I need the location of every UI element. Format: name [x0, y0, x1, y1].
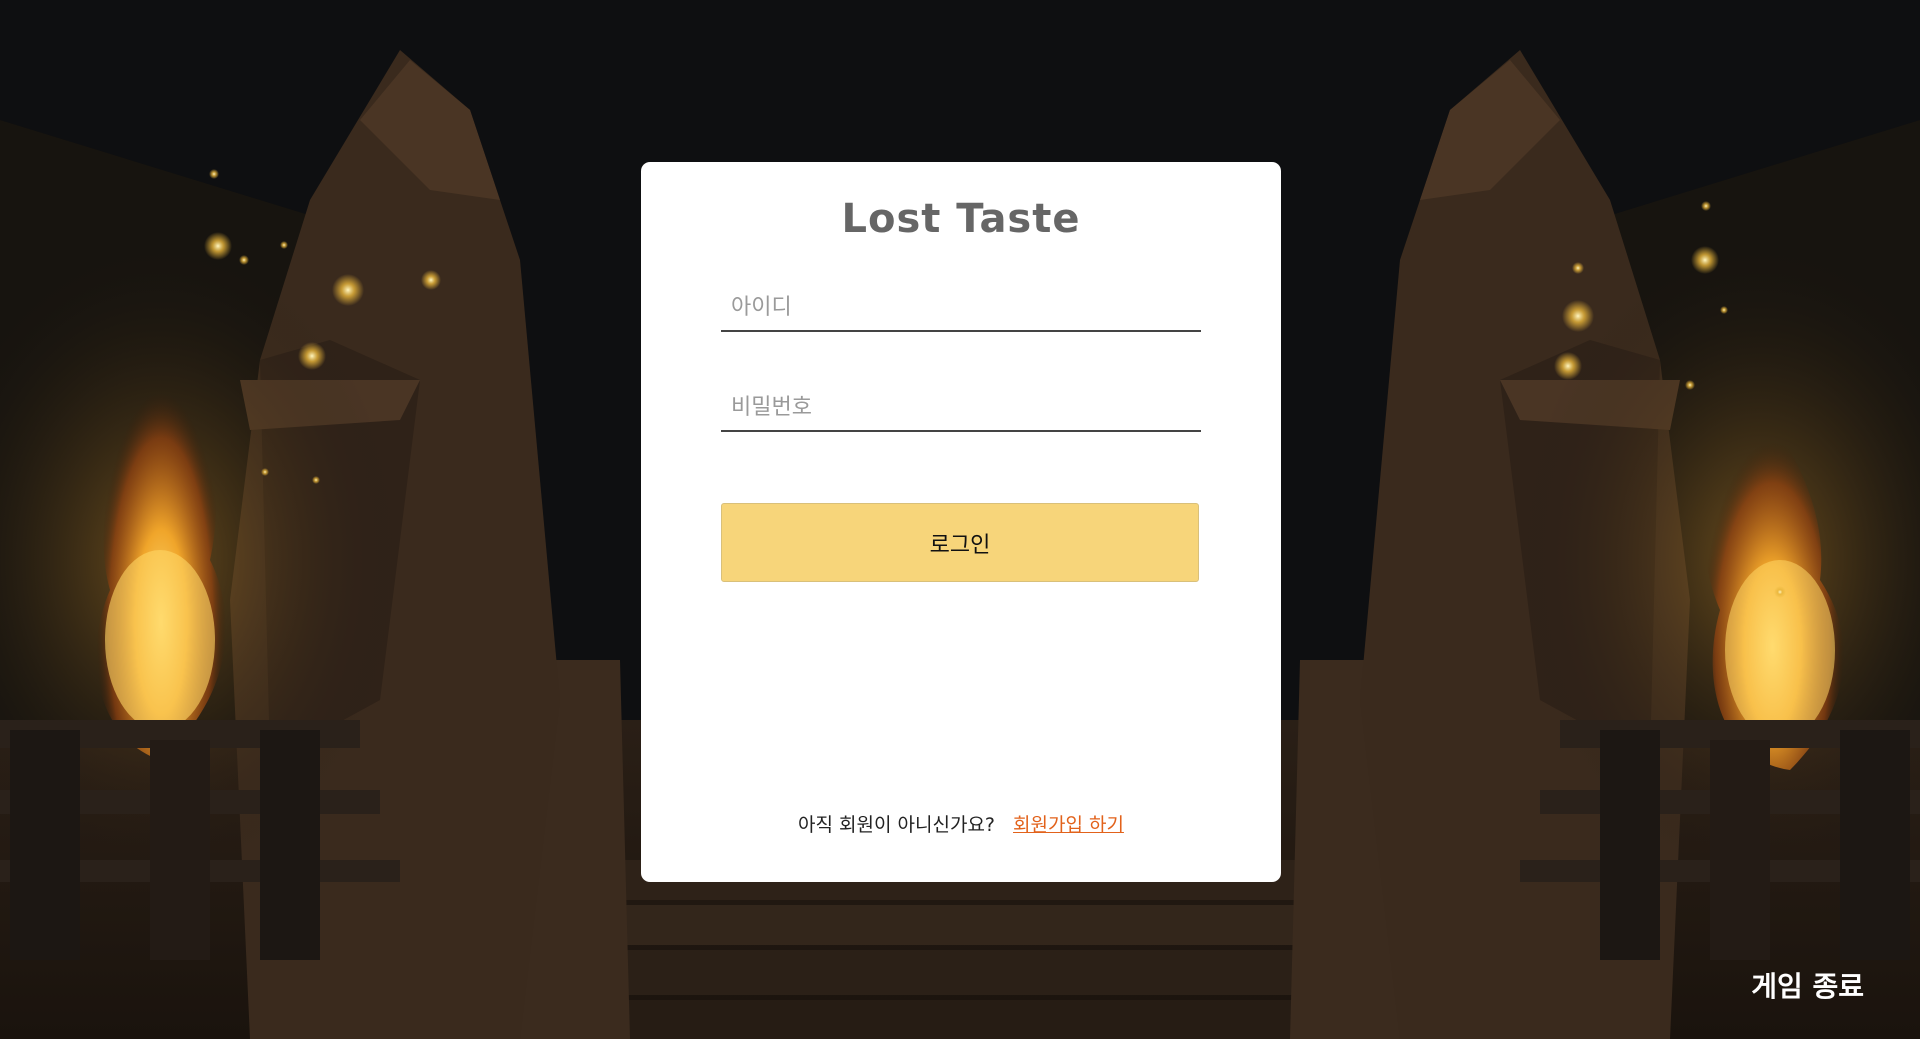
id-input[interactable] — [721, 284, 1201, 330]
login-button[interactable]: 로그인 — [721, 503, 1199, 582]
exit-game-button[interactable]: 게임 종료 — [1751, 965, 1864, 1005]
password-input[interactable] — [721, 384, 1201, 430]
password-field — [721, 384, 1201, 432]
signup-prompt: 아직 회원이 아니신가요? — [798, 814, 996, 836]
login-card: Lost Taste 로그인 아직 회원이 아니신가요? 회원가입 하기 — [641, 162, 1281, 882]
signup-link[interactable]: 회원가입 하기 — [1013, 814, 1124, 836]
signup-row: 아직 회원이 아니신가요? 회원가입 하기 — [641, 810, 1281, 837]
game-title: Lost Taste — [841, 196, 1081, 242]
id-field — [721, 284, 1201, 332]
